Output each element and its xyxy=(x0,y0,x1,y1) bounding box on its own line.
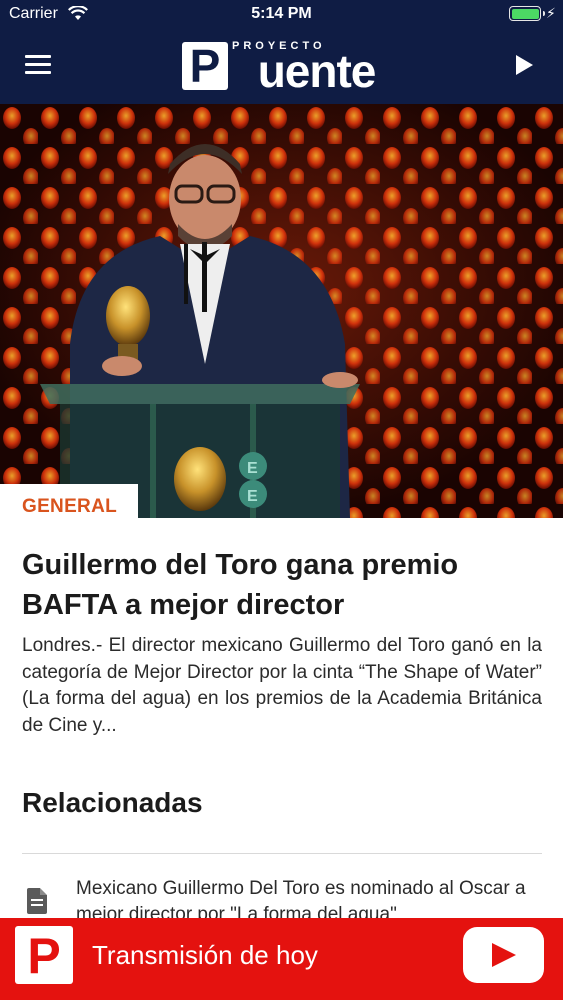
proyecto-puente-logo[interactable]: P PROYECTO Puente xyxy=(182,40,382,97)
article-headline[interactable]: Guillermo del Toro gana premio BAFTA a m… xyxy=(22,545,542,625)
puente-app-icon: P xyxy=(15,926,73,984)
related-section-title: Relacionadas xyxy=(22,787,203,818)
live-stream-bar[interactable]: P Transmisión de hoy xyxy=(0,918,563,1000)
hero-photo: E E xyxy=(0,104,563,518)
live-stream-label: Transmisión de hoy xyxy=(92,940,318,970)
battery-full-icon xyxy=(509,6,545,21)
youtube-play-icon[interactable] xyxy=(463,927,544,983)
top-bar: Carrier 5:14 PM ⚡ P PROYECTO Puente xyxy=(0,0,563,104)
related-item-title: Mexicano Guillermo Del Toro es nominado … xyxy=(76,878,526,920)
category-label: GENERAL xyxy=(22,496,117,517)
clock: 5:14 PM xyxy=(251,5,312,22)
status-bar: Carrier 5:14 PM ⚡ xyxy=(0,0,563,30)
hamburger-menu-icon[interactable] xyxy=(25,55,51,75)
bolt-icon: ⚡ xyxy=(546,5,556,21)
logo-p-mark: P xyxy=(182,40,228,92)
divider xyxy=(22,853,542,854)
related-list-item[interactable]: Mexicano Guillermo Del Toro es nominado … xyxy=(22,874,542,920)
category-tag[interactable]: GENERAL xyxy=(0,484,138,518)
document-icon xyxy=(27,888,47,914)
logo-wordmark: Puente xyxy=(257,45,377,97)
article-hero-image[interactable]: E E xyxy=(0,104,563,518)
play-icon[interactable] xyxy=(516,55,533,75)
article-summary: Londres.- El director mexicano Guillermo… xyxy=(22,635,542,736)
svg-text:E: E xyxy=(247,488,258,505)
svg-text:E: E xyxy=(247,460,258,477)
